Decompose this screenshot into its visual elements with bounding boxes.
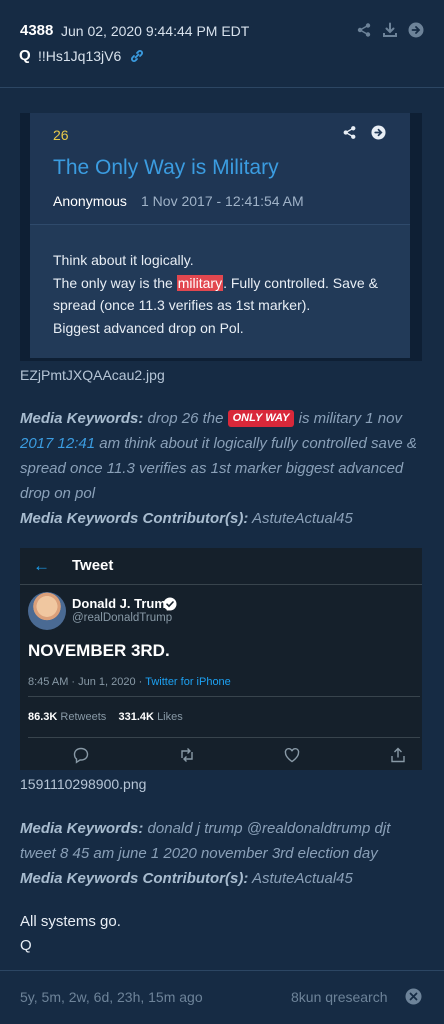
like-label: Likes bbox=[157, 711, 183, 723]
heart-icon bbox=[284, 747, 300, 763]
share-icon[interactable] bbox=[342, 125, 357, 140]
time-link[interactable]: 2017 12:41 bbox=[20, 435, 95, 452]
quote-text: . Fully controlled. Save & bbox=[223, 274, 378, 291]
tweet-time: 8:45 AM · Jun 1, 2020 · bbox=[28, 676, 146, 688]
tweet-meta: 8:45 AM · Jun 1, 2020 · Twitter for iPho… bbox=[28, 676, 231, 688]
quoted-post-date: 1 Nov 2017 - 12:41:54 AM bbox=[141, 193, 304, 209]
quote-line: Think about it logically. bbox=[53, 252, 194, 268]
media-keywords-label: Media Keywords: bbox=[20, 410, 144, 427]
retweet-count: 86.3K bbox=[28, 711, 58, 723]
post-message: All systems go. Q bbox=[20, 910, 121, 958]
like-count: 331.4K bbox=[118, 711, 154, 723]
link-icon[interactable] bbox=[129, 48, 145, 64]
quoted-post-title[interactable]: The Only Way is Military bbox=[53, 156, 279, 180]
header-actions bbox=[356, 22, 424, 38]
verified-badge-icon bbox=[163, 597, 177, 611]
message-signature: Q bbox=[20, 937, 32, 954]
search-highlight: military bbox=[176, 274, 224, 291]
quoted-post-author: Anonymous bbox=[53, 193, 127, 209]
keyword-badge: ONLY WAY bbox=[227, 410, 295, 427]
share-icon bbox=[391, 747, 405, 763]
time-ago: 5y, 5m, 2w, 6d, 23h, 15m ago bbox=[20, 989, 203, 1005]
tweet-stats: 86.3K Retweets 331.4K Likes bbox=[28, 711, 183, 723]
quoted-post-actions bbox=[342, 125, 386, 140]
post-number[interactable]: 4388 bbox=[20, 22, 53, 39]
media-contributor-label: Media Keywords Contributor(s): bbox=[20, 870, 249, 887]
quoted-post-body: Think about it logically. The only way i… bbox=[53, 249, 403, 339]
message-line: All systems go. bbox=[20, 913, 121, 930]
reply-icon bbox=[73, 747, 89, 764]
download-icon[interactable] bbox=[382, 22, 398, 38]
post-header bbox=[0, 0, 444, 88]
media-keywords-label: Media Keywords: bbox=[20, 820, 144, 837]
board-link[interactable]: 8kun qresearch bbox=[291, 989, 388, 1005]
image-filename[interactable]: EZjPmtJXQAAcau2.jpg bbox=[20, 367, 165, 383]
media-keywords-text: is military 1 nov bbox=[294, 410, 402, 427]
tweet-text: NOVEMBER 3RD. bbox=[28, 641, 170, 660]
quote-line: spread (once 11.3 verifies as 1st marker… bbox=[53, 297, 311, 313]
quote-line: Biggest advanced drop on Pol. bbox=[53, 319, 244, 336]
retweet-label: Retweets bbox=[60, 711, 107, 723]
divider bbox=[28, 696, 420, 697]
media-contributor: AstuteActual45 bbox=[248, 870, 353, 887]
media-keywords: Media Keywords: drop 26 the ONLY WAY is … bbox=[20, 406, 424, 531]
tweet-header-title: Tweet bbox=[72, 557, 114, 574]
media-keywords-text: drop 26 the bbox=[143, 410, 228, 427]
media-contributor: AstuteActual45 bbox=[248, 510, 353, 527]
poster-name: Q bbox=[19, 47, 31, 64]
share-icon[interactable] bbox=[356, 22, 372, 38]
tweet-handle: @realDonaldTrump bbox=[72, 612, 173, 624]
quoted-post-number: 26 bbox=[53, 127, 69, 143]
go-arrow-icon[interactable] bbox=[408, 22, 424, 38]
tweet-source: Twitter for iPhone bbox=[145, 676, 231, 688]
back-arrow-icon: ← bbox=[33, 556, 50, 575]
avatar bbox=[28, 592, 66, 630]
media-keywords: Media Keywords: donald j trump @realdona… bbox=[20, 816, 424, 891]
media-contributor-label: Media Keywords Contributor(s): bbox=[20, 510, 249, 527]
post-date: Jun 02, 2020 9:44:44 PM EDT bbox=[61, 23, 250, 39]
quote-line: The only way is the military. Fully cont… bbox=[53, 272, 403, 295]
quote-text: The only way is the bbox=[53, 274, 177, 291]
image-filename[interactable]: 1591110298900.png bbox=[20, 776, 146, 792]
close-icon[interactable] bbox=[405, 988, 422, 1005]
divider bbox=[28, 737, 420, 738]
tweet-author-name: Donald J. Trump bbox=[72, 596, 174, 611]
go-arrow-icon[interactable] bbox=[371, 125, 386, 140]
retweet-icon bbox=[181, 748, 193, 762]
tripcode: !!Hs1Jq13jV6 bbox=[38, 48, 122, 64]
